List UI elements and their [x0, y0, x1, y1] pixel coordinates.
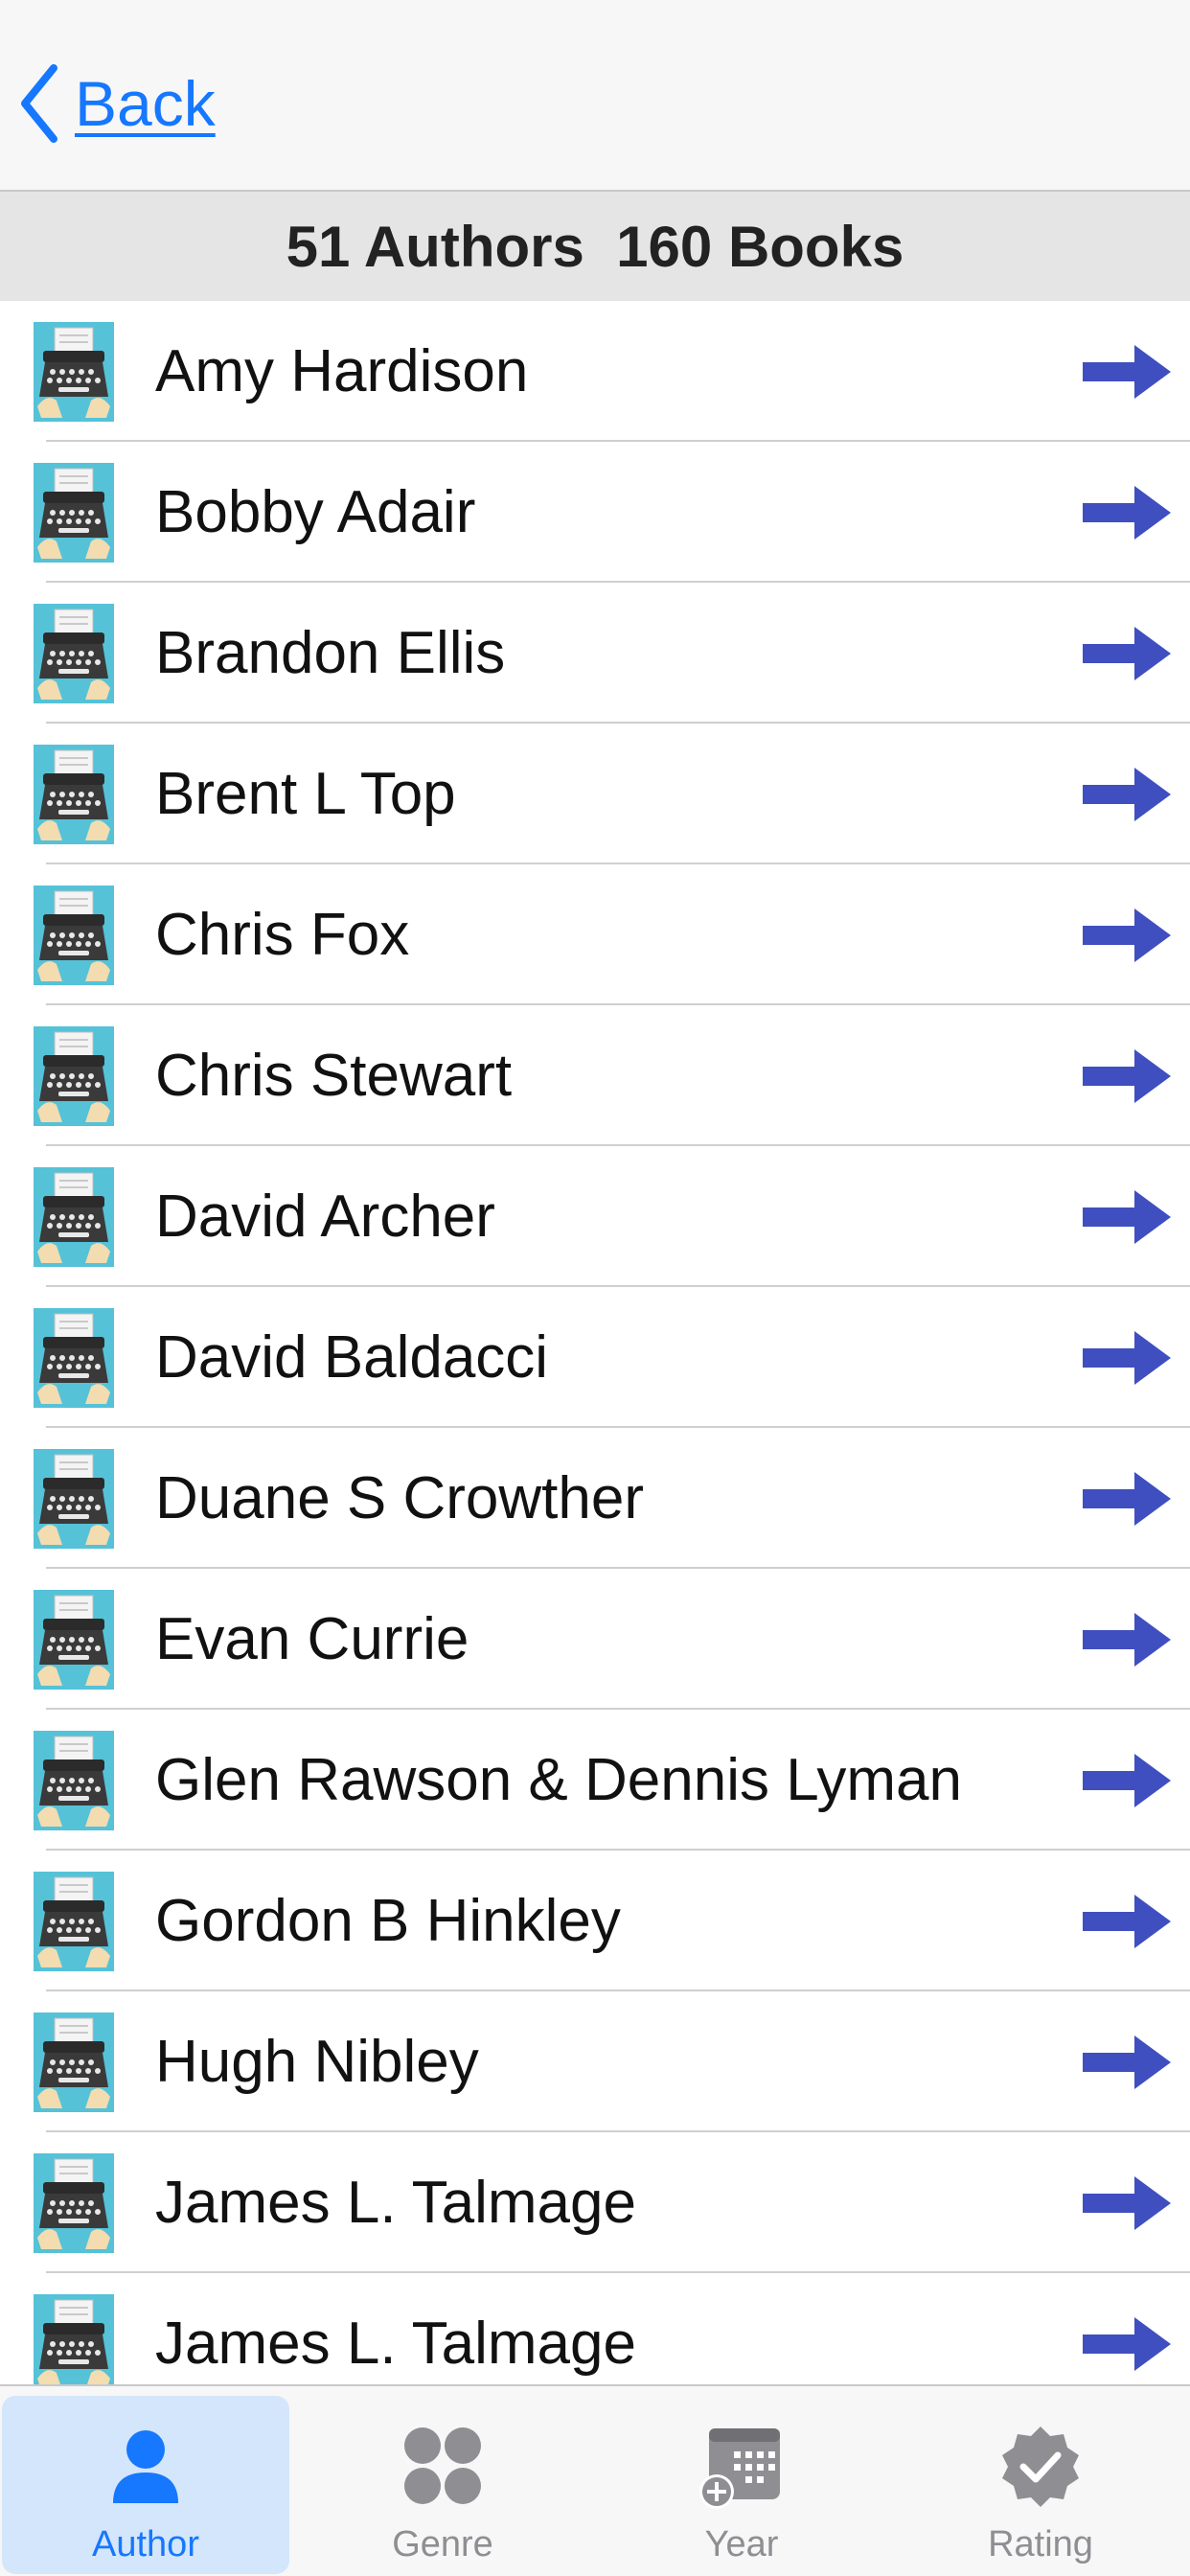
arrow-right-icon[interactable] — [1081, 907, 1173, 964]
arrow-right-icon[interactable] — [1081, 343, 1173, 401]
author-name: Brent L Top — [155, 761, 456, 827]
tab-author[interactable]: Author — [2, 2396, 289, 2574]
four-dots-icon — [397, 2421, 489, 2513]
arrow-right-icon[interactable] — [1081, 1188, 1173, 1246]
arrow-right-icon[interactable] — [1081, 1611, 1173, 1668]
tab-genre-label: Genre — [392, 2524, 493, 2564]
tab-bar: Author Genre Year Rating — [0, 2384, 1190, 2576]
author-name: Evan Currie — [155, 1606, 469, 1672]
typewriter-icon — [34, 2012, 114, 2112]
list-item[interactable]: James L. Talmage — [0, 2273, 1190, 2384]
list-item[interactable]: Hugh Nibley — [0, 1991, 1190, 2132]
list-item[interactable]: Chris Stewart — [0, 1005, 1190, 1146]
arrow-right-icon[interactable] — [1081, 1893, 1173, 1950]
typewriter-icon — [34, 1872, 114, 1971]
list-item[interactable]: Brandon Ellis — [0, 583, 1190, 724]
tab-rating[interactable]: Rating — [897, 2396, 1184, 2574]
author-name: Gordon B Hinkley — [155, 1888, 621, 1954]
typewriter-icon — [34, 604, 114, 703]
back-button[interactable]: Back — [17, 59, 216, 148]
typewriter-icon — [34, 463, 114, 563]
list-item[interactable]: Bobby Adair — [0, 442, 1190, 583]
author-name: James L. Talmage — [155, 2311, 636, 2377]
arrow-right-icon[interactable] — [1081, 2034, 1173, 2091]
list-item[interactable]: Brent L Top — [0, 724, 1190, 864]
arrow-right-icon[interactable] — [1081, 625, 1173, 682]
arrow-right-icon[interactable] — [1081, 484, 1173, 541]
typewriter-icon — [34, 322, 114, 422]
typewriter-icon — [34, 1026, 114, 1126]
list-item[interactable]: David Baldacci — [0, 1287, 1190, 1428]
author-name: Hugh Nibley — [155, 2029, 479, 2095]
arrow-right-icon[interactable] — [1081, 766, 1173, 823]
author-name: David Baldacci — [155, 1324, 549, 1391]
author-name: David Archer — [155, 1184, 495, 1250]
app-screen: Back 51 Authors 160 Books Amy Hardison Bo… — [0, 0, 1190, 2576]
tab-year-label: Year — [704, 2524, 779, 2564]
list-item[interactable]: Amy Hardison — [0, 301, 1190, 442]
chevron-left-icon — [17, 62, 61, 145]
list-item[interactable]: David Archer — [0, 1146, 1190, 1287]
author-name: Glen Rawson & Dennis Lyman — [155, 1747, 962, 1813]
typewriter-icon — [34, 1167, 114, 1267]
typewriter-icon — [34, 2153, 114, 2253]
tab-author-label: Author — [92, 2524, 199, 2564]
author-name: Amy Hardison — [155, 338, 529, 404]
author-name: Bobby Adair — [155, 479, 476, 545]
tab-rating-label: Rating — [988, 2524, 1093, 2564]
arrow-right-icon[interactable] — [1081, 1047, 1173, 1105]
typewriter-icon — [34, 745, 114, 844]
typewriter-icon — [34, 1731, 114, 1830]
tab-year[interactable]: Year — [598, 2396, 885, 2574]
author-name: Brandon Ellis — [155, 620, 506, 686]
typewriter-icon — [34, 1308, 114, 1408]
author-list[interactable]: Amy Hardison Bobby Adair Brandon Ellis Bren… — [0, 301, 1190, 2384]
author-name: Chris Fox — [155, 902, 410, 968]
list-item[interactable]: Evan Currie — [0, 1569, 1190, 1710]
typewriter-icon — [34, 2294, 114, 2384]
arrow-right-icon[interactable] — [1081, 2174, 1173, 2232]
back-label: Back — [75, 68, 216, 139]
navigation-bar: Back — [0, 0, 1190, 192]
author-name: Chris Stewart — [155, 1043, 513, 1109]
author-name: James L. Talmage — [155, 2170, 636, 2236]
list-item[interactable]: Gordon B Hinkley — [0, 1851, 1190, 1991]
summary-header: 51 Authors 160 Books — [0, 192, 1190, 301]
arrow-right-icon[interactable] — [1081, 2315, 1173, 2373]
list-item[interactable]: Chris Fox — [0, 864, 1190, 1005]
arrow-right-icon[interactable] — [1081, 1752, 1173, 1809]
typewriter-icon — [34, 1590, 114, 1690]
list-item[interactable]: Glen Rawson & Dennis Lyman — [0, 1710, 1190, 1851]
list-item[interactable]: Duane S Crowther — [0, 1428, 1190, 1569]
arrow-right-icon[interactable] — [1081, 1329, 1173, 1387]
tab-genre[interactable]: Genre — [299, 2396, 586, 2574]
typewriter-icon — [34, 886, 114, 985]
list-item[interactable]: James L. Talmage — [0, 2132, 1190, 2273]
author-name: Duane S Crowther — [155, 1465, 645, 1531]
arrow-right-icon[interactable] — [1081, 1470, 1173, 1528]
checkmark-badge-icon — [995, 2421, 1087, 2513]
person-icon — [100, 2421, 192, 2513]
calendar-add-icon — [696, 2421, 788, 2513]
typewriter-icon — [34, 1449, 114, 1549]
